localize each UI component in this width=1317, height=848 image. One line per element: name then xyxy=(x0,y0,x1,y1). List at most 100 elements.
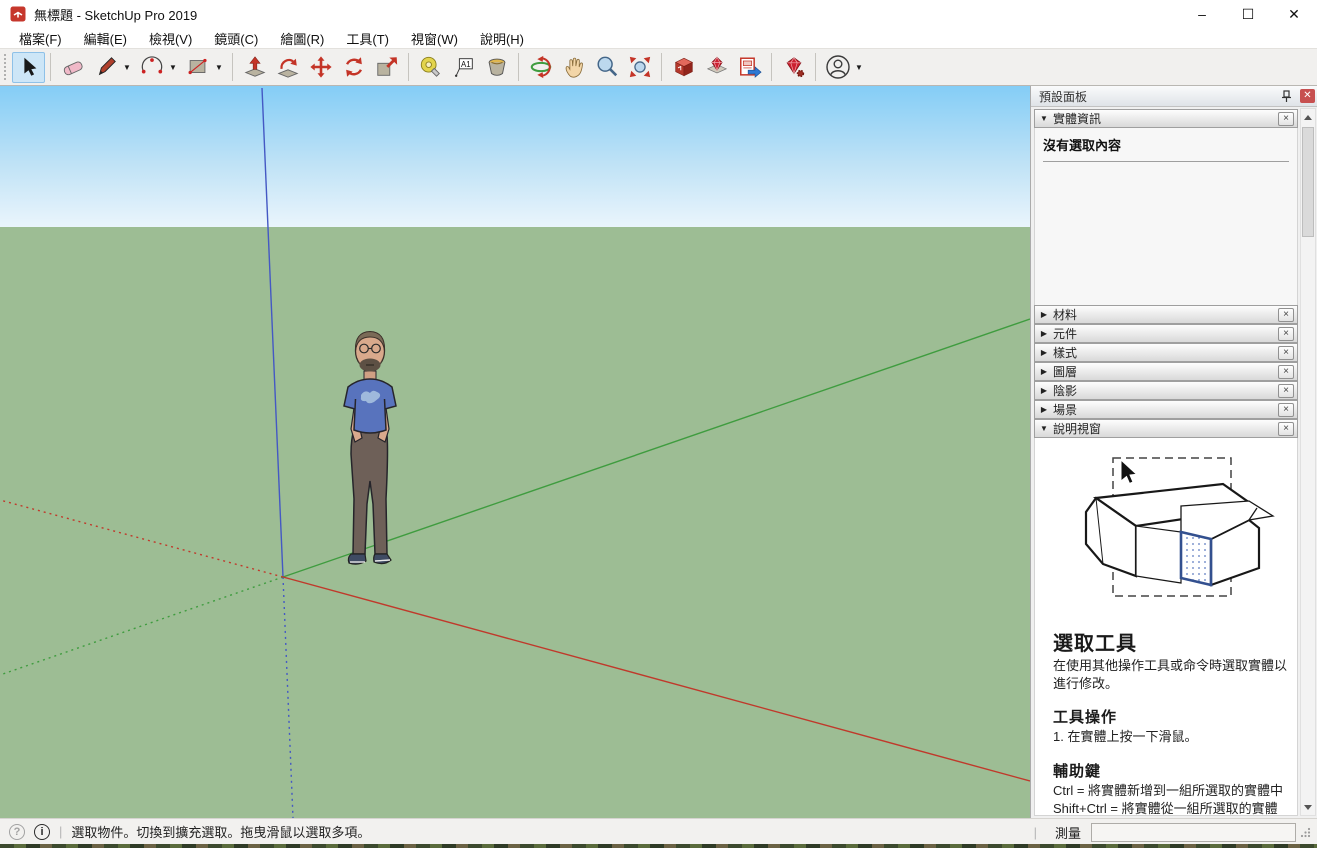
instructor-header[interactable]: ▼ 說明視窗 × xyxy=(1034,419,1298,438)
toolbar: ▼ ▼ ▼ xyxy=(0,48,1317,86)
paint-bucket-tool-button[interactable] xyxy=(480,52,513,83)
move-icon xyxy=(309,55,333,79)
account-dropdown[interactable]: ▼ xyxy=(854,63,864,72)
section-shadows[interactable]: ▶ 陰影 × xyxy=(1034,381,1298,400)
divider: | xyxy=(59,824,62,839)
line-tool-button[interactable] xyxy=(89,52,122,83)
scale-tool-button[interactable] xyxy=(370,52,403,83)
eraser-icon xyxy=(61,55,85,79)
modeling-viewport[interactable] xyxy=(0,86,1030,818)
scrollbar-thumb[interactable] xyxy=(1302,127,1314,237)
menu-draw[interactable]: 繪圖(R) xyxy=(269,28,335,49)
section-materials-close-icon[interactable]: × xyxy=(1278,308,1294,322)
section-scenes-close-icon[interactable]: × xyxy=(1278,403,1294,417)
svg-text:A1: A1 xyxy=(461,60,471,69)
house-outline xyxy=(1086,484,1273,585)
toolbar-drag-handle[interactable] xyxy=(2,52,8,82)
title-bar: 無標題 - SketchUp Pro 2019 – ☐ ✕ xyxy=(0,0,1317,28)
3d-warehouse-icon xyxy=(672,55,696,79)
section-layers-label: 圖層 xyxy=(1053,363,1278,380)
menu-view[interactable]: 檢視(V) xyxy=(138,28,203,49)
eraser-tool-button[interactable] xyxy=(56,52,89,83)
pin-icon[interactable] xyxy=(1278,89,1294,104)
menu-edit[interactable]: 編輯(E) xyxy=(73,28,138,49)
instructor-modifier-heading: 輔助鍵 xyxy=(1053,760,1287,781)
close-button[interactable]: ✕ xyxy=(1271,0,1317,28)
person-shoe-right xyxy=(374,554,391,564)
move-tool-button[interactable] xyxy=(304,52,337,83)
toolbar-separator xyxy=(232,53,233,81)
tray-title: 預設面板 xyxy=(1039,88,1278,105)
select-tool-button[interactable] xyxy=(12,52,45,83)
extension-warehouse-button[interactable] xyxy=(700,52,733,83)
menu-tools[interactable]: 工具(T) xyxy=(335,28,400,49)
instructor-label: 說明視窗 xyxy=(1053,420,1278,437)
menu-window[interactable]: 視窗(W) xyxy=(400,28,469,49)
toolbar-separator xyxy=(518,53,519,81)
line-tool-dropdown[interactable]: ▼ xyxy=(122,63,132,72)
zoom-extents-tool-button[interactable] xyxy=(623,52,656,83)
tray-close-button[interactable]: ✕ xyxy=(1300,89,1315,103)
entity-info-body: 沒有選取內容 xyxy=(1034,128,1298,305)
pan-hand-icon xyxy=(562,55,586,79)
panel-scrollbar[interactable] xyxy=(1300,108,1316,816)
chevron-right-icon: ▶ xyxy=(1035,310,1053,319)
sketchup-logo-icon xyxy=(10,6,26,22)
section-materials[interactable]: ▶ 材料 × xyxy=(1034,305,1298,324)
rotate-tool-button[interactable] xyxy=(337,52,370,83)
rectangle-icon xyxy=(186,55,210,79)
chevron-down-icon: ▼ xyxy=(1035,114,1053,123)
resize-grip-icon[interactable] xyxy=(1300,827,1311,838)
measurement-input[interactable] xyxy=(1091,823,1296,842)
entity-info-header[interactable]: ▼ 實體資訊 × xyxy=(1034,109,1298,128)
orbit-tool-button[interactable] xyxy=(524,52,557,83)
section-shadows-close-icon[interactable]: × xyxy=(1278,384,1294,398)
follow-me-tool-button[interactable] xyxy=(271,52,304,83)
chevron-right-icon: ▶ xyxy=(1035,405,1053,414)
section-styles-close-icon[interactable]: × xyxy=(1278,346,1294,360)
info-icon[interactable]: i xyxy=(34,824,50,840)
scroll-up-icon[interactable] xyxy=(1301,109,1315,125)
send-to-layout-icon xyxy=(738,55,762,79)
section-styles[interactable]: ▶ 樣式 × xyxy=(1034,343,1298,362)
push-pull-tool-button[interactable] xyxy=(238,52,271,83)
rectangle-tool-dropdown[interactable]: ▼ xyxy=(214,63,224,72)
section-components[interactable]: ▶ 元件 × xyxy=(1034,324,1298,343)
section-styles-label: 樣式 xyxy=(1053,344,1278,361)
section-components-label: 元件 xyxy=(1053,325,1278,342)
maximize-button[interactable]: ☐ xyxy=(1225,0,1271,28)
extension-manager-button[interactable] xyxy=(777,52,810,83)
send-to-layout-button[interactable] xyxy=(733,52,766,83)
tape-measure-tool-button[interactable] xyxy=(414,52,447,83)
menu-help[interactable]: 說明(H) xyxy=(469,28,535,49)
scale-figure-person[interactable] xyxy=(318,329,418,584)
tray-title-bar[interactable]: 預設面板 ✕ xyxy=(1031,86,1317,107)
toolbar-separator xyxy=(771,53,772,81)
3d-warehouse-button[interactable] xyxy=(667,52,700,83)
minimize-button[interactable]: – xyxy=(1179,0,1225,28)
divider: | xyxy=(1034,825,1037,840)
instructor-close-icon[interactable]: × xyxy=(1278,422,1294,436)
section-layers-close-icon[interactable]: × xyxy=(1278,365,1294,379)
section-layers[interactable]: ▶ 圖層 × xyxy=(1034,362,1298,381)
geolocation-help-icon[interactable]: ? xyxy=(9,824,25,840)
push-pull-icon xyxy=(243,55,267,79)
section-components-close-icon[interactable]: × xyxy=(1278,327,1294,341)
text-tool-button[interactable]: A1 xyxy=(447,52,480,83)
chevron-down-icon: ▼ xyxy=(1035,424,1053,433)
entity-info-close-icon[interactable]: × xyxy=(1278,112,1294,126)
pan-tool-button[interactable] xyxy=(557,52,590,83)
axis-blue-negative xyxy=(283,577,293,818)
section-scenes[interactable]: ▶ 場景 × xyxy=(1034,400,1298,419)
instructor-heading: 選取工具 xyxy=(1053,627,1287,656)
rectangle-tool-button[interactable] xyxy=(181,52,214,83)
arc-tool-dropdown[interactable]: ▼ xyxy=(168,63,178,72)
zoom-tool-button[interactable] xyxy=(590,52,623,83)
scale-icon xyxy=(375,55,399,79)
chevron-right-icon: ▶ xyxy=(1035,367,1053,376)
menu-file[interactable]: 檔案(F) xyxy=(8,28,73,49)
menu-camera[interactable]: 鏡頭(C) xyxy=(203,28,269,49)
scroll-down-icon[interactable] xyxy=(1301,799,1315,815)
arc-tool-button[interactable] xyxy=(135,52,168,83)
account-button[interactable] xyxy=(821,52,854,83)
